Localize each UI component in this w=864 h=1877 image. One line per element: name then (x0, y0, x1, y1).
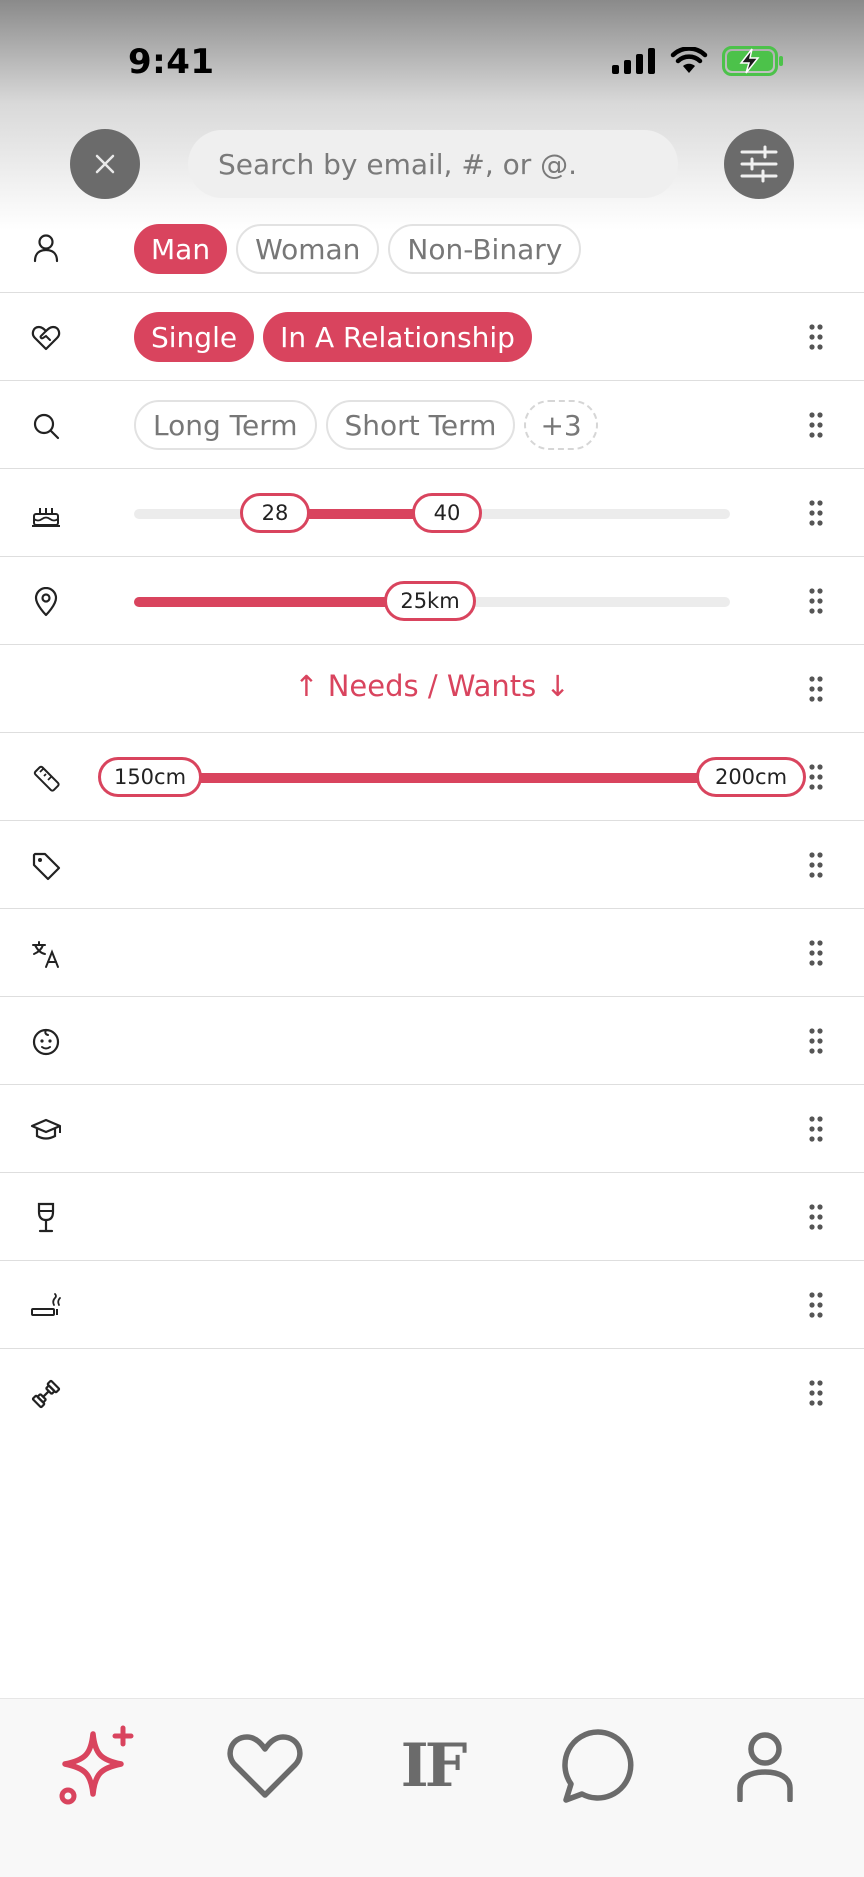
chip-long-term[interactable]: Long Term (134, 400, 317, 450)
filter-row-gender: Man Woman Non-Binary (0, 206, 864, 293)
if-logo: IF (400, 1731, 468, 1801)
drag-handle-icon[interactable] (808, 499, 824, 527)
person-icon (30, 232, 62, 264)
filter-row-smoking[interactable] (0, 1261, 864, 1349)
drag-handle-icon[interactable] (808, 1027, 824, 1055)
filter-row-height: 150cm 200cm (0, 733, 864, 821)
drag-handle-icon[interactable] (808, 323, 824, 351)
tab-profile[interactable] (720, 1721, 810, 1811)
needs-wants-label[interactable]: ↑ Needs / Wants ↓ (0, 669, 864, 703)
wine-glass-icon (30, 1202, 62, 1234)
cigarette-icon (30, 1290, 62, 1322)
tab-home[interactable]: IF (387, 1721, 477, 1811)
filter-row-tags[interactable] (0, 821, 864, 909)
search-row: Search by email, #, or @. (0, 128, 864, 202)
graduation-cap-icon (30, 1114, 62, 1146)
heart-icon (227, 1734, 303, 1798)
search-placeholder: Search by email, #, or @. (218, 147, 578, 181)
filter-settings-button[interactable] (724, 129, 794, 199)
drag-handle-icon[interactable] (808, 939, 824, 967)
cellular-signal-icon (612, 48, 655, 74)
translate-icon (30, 938, 62, 970)
height-slider-range[interactable] (134, 773, 754, 783)
chip-single[interactable]: Single (134, 312, 255, 362)
filter-row-age: 28 40 (0, 469, 864, 557)
tag-icon (30, 850, 62, 882)
dumbbell-icon (30, 1378, 62, 1410)
profile-icon (737, 1732, 793, 1802)
chip-woman[interactable]: Woman (236, 224, 380, 274)
wifi-icon (670, 47, 708, 73)
sliders-icon (740, 145, 778, 183)
chip-man[interactable]: Man (134, 224, 228, 274)
search-input[interactable]: Search by email, #, or @. (188, 130, 678, 198)
chip-more[interactable]: +3 (524, 400, 598, 450)
height-max-thumb[interactable]: 200cm (696, 757, 806, 797)
baby-face-icon (30, 1026, 62, 1058)
filter-row-language[interactable] (0, 909, 864, 997)
drag-handle-icon[interactable] (808, 1203, 824, 1231)
relationship-chips: Single In A Relationship (134, 312, 532, 362)
chip-non-binary[interactable]: Non-Binary (388, 224, 582, 274)
tab-bar: IF (0, 1698, 864, 1877)
filter-row-exercise[interactable] (0, 1349, 864, 1437)
filter-list: Man Woman Non-Binary Single In A Relatio… (0, 206, 864, 1437)
tab-messages[interactable] (553, 1721, 643, 1811)
sparkle-plus-icon (59, 1725, 134, 1805)
battery-charging-icon (722, 46, 783, 76)
looking-for-chips: Long Term Short Term +3 (134, 400, 598, 450)
search-icon (30, 410, 62, 442)
needs-wants-divider-row: ↑ Needs / Wants ↓ (0, 645, 864, 733)
drag-handle-icon[interactable] (808, 675, 824, 703)
gender-chips: Man Woman Non-Binary (134, 224, 582, 274)
distance-thumb[interactable]: 25km (384, 581, 476, 621)
drag-handle-icon[interactable] (808, 763, 824, 791)
drag-handle-icon[interactable] (808, 851, 824, 879)
drag-handle-icon[interactable] (808, 411, 824, 439)
location-pin-icon (30, 586, 62, 618)
tab-likes[interactable] (220, 1721, 310, 1811)
chip-short-term[interactable]: Short Term (325, 400, 516, 450)
filter-row-distance: 25km (0, 557, 864, 645)
tab-discover[interactable] (54, 1721, 144, 1811)
filter-row-relationship: Single In A Relationship (0, 293, 864, 381)
ruler-icon (30, 762, 62, 794)
height-min-thumb[interactable]: 150cm (98, 757, 202, 797)
filter-row-children[interactable] (0, 997, 864, 1085)
chat-bubble-icon (562, 1729, 634, 1803)
age-min-thumb[interactable]: 28 (240, 493, 310, 533)
drag-handle-icon[interactable] (808, 1115, 824, 1143)
filter-row-looking-for: Long Term Short Term +3 (0, 381, 864, 469)
drag-handle-icon[interactable] (808, 1379, 824, 1407)
close-button[interactable] (70, 129, 140, 199)
close-icon (95, 154, 115, 174)
drag-handle-icon[interactable] (808, 587, 824, 615)
heart-handshake-icon (30, 322, 62, 354)
status-icons (612, 46, 784, 76)
age-max-thumb[interactable]: 40 (412, 493, 482, 533)
chip-in-a-relationship[interactable]: In A Relationship (263, 312, 532, 362)
filter-row-drinking[interactable] (0, 1173, 864, 1261)
drag-handle-icon[interactable] (808, 1291, 824, 1319)
status-time: 9:41 (128, 42, 215, 82)
filter-row-education[interactable] (0, 1085, 864, 1173)
birthday-cake-icon (30, 498, 62, 530)
status-bar: 9:41 (0, 0, 864, 120)
